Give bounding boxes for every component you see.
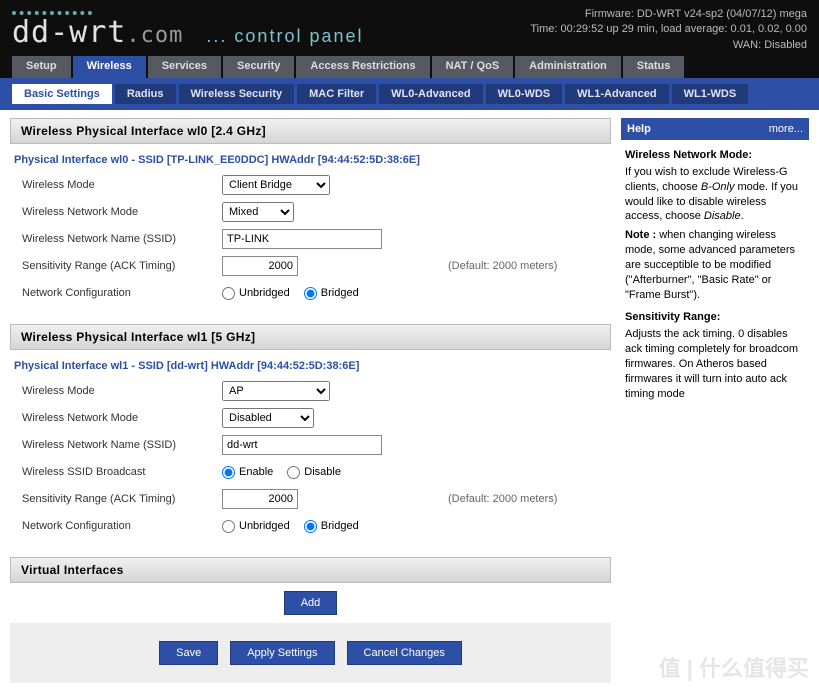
tagline: ... control panel	[206, 26, 363, 46]
wl1-netmode-select[interactable]: Disabled	[222, 408, 314, 428]
watermark: 值 | 什么值得买	[659, 651, 809, 683]
apply-button[interactable]: Apply Settings	[230, 641, 334, 665]
wl1-netmode-label: Wireless Network Mode	[22, 412, 222, 424]
wl1-netcfg-bridged-label: Bridged	[321, 520, 359, 532]
add-button[interactable]: Add	[284, 591, 338, 615]
tab-security[interactable]: Security	[223, 56, 294, 78]
save-button[interactable]: Save	[159, 641, 218, 665]
wan-label: WAN: Disabled	[530, 38, 807, 53]
wl1-netcfg-unbridged-radio[interactable]	[222, 520, 235, 533]
sub-tabs: Basic Settings Radius Wireless Security …	[0, 78, 819, 110]
wl0-interface-title: Physical Interface wl0 - SSID [TP-LINK_E…	[12, 148, 609, 170]
wl0-sens-label: Sensitivity Range (ACK Timing)	[22, 260, 222, 272]
wl1-netcfg-bridged-radio[interactable]	[304, 520, 317, 533]
wl1-panel-title: Wireless Physical Interface wl1 [5 GHz]	[10, 324, 611, 350]
help-mode-text: If you wish to exclude Wireless-G client…	[625, 166, 798, 223]
tab-nat-qos[interactable]: NAT / QoS	[432, 56, 514, 78]
wl1-sens-label: Sensitivity Range (ACK Timing)	[22, 493, 222, 505]
subtab-mac-filter[interactable]: MAC Filter	[297, 84, 376, 104]
time-label: Time: 00:29:52 up 29 min, load average: …	[530, 22, 807, 37]
help-heading-mode: Wireless Network Mode:	[625, 148, 805, 163]
wl1-sens-input[interactable]	[222, 489, 298, 509]
brand-suffix: .com	[126, 23, 183, 48]
help-panel: Help more... Wireless Network Mode: If y…	[621, 118, 809, 691]
subtab-wireless-security[interactable]: Wireless Security	[179, 84, 295, 104]
wl0-panel-title: Wireless Physical Interface wl0 [2.4 GHz…	[10, 118, 611, 144]
wl0-netcfg-bridged-radio[interactable]	[304, 287, 317, 300]
help-heading-sens: Sensitivity Range:	[625, 310, 805, 325]
wl0-netcfg-unbridged-label: Unbridged	[239, 287, 290, 299]
wl1-mode-label: Wireless Mode	[22, 385, 222, 397]
subtab-wl0-wds[interactable]: WL0-WDS	[486, 84, 563, 104]
wl1-ssid-input[interactable]	[222, 435, 382, 455]
firmware-label: Firmware: DD-WRT v24-sp2 (04/07/12) mega	[530, 7, 807, 22]
subtab-radius[interactable]: Radius	[115, 84, 176, 104]
tab-wireless[interactable]: Wireless	[73, 56, 146, 78]
subtab-basic-settings[interactable]: Basic Settings	[12, 84, 112, 104]
tab-access-restrictions[interactable]: Access Restrictions	[296, 56, 429, 78]
help-note: Note : when changing wireless mode, some…	[625, 228, 805, 302]
brand: dd-wrt	[12, 15, 126, 50]
wl0-ssid-input[interactable]	[222, 229, 382, 249]
help-sens-text: Adjusts the ack timing. 0 disables ack t…	[625, 328, 798, 399]
wl0-ssid-label: Wireless Network Name (SSID)	[22, 233, 222, 245]
header-info: Firmware: DD-WRT v24-sp2 (04/07/12) mega…	[530, 7, 807, 53]
wl0-sens-input[interactable]	[222, 256, 298, 276]
wl1-bcast-label: Wireless SSID Broadcast	[22, 466, 222, 478]
logo: dd-wrt.com ... control panel	[12, 11, 364, 50]
header: dd-wrt.com ... control panel Firmware: D…	[0, 0, 819, 56]
tab-status[interactable]: Status	[623, 56, 685, 78]
subtab-wl1-wds[interactable]: WL1-WDS	[672, 84, 749, 104]
tab-setup[interactable]: Setup	[12, 56, 71, 78]
wl1-ssid-label: Wireless Network Name (SSID)	[22, 439, 222, 451]
wl1-interface-title: Physical Interface wl1 - SSID [dd-wrt] H…	[12, 354, 609, 376]
wl1-mode-select[interactable]: AP	[222, 381, 330, 401]
cancel-button[interactable]: Cancel Changes	[347, 641, 462, 665]
wl1-bcast-disable-radio[interactable]	[287, 466, 300, 479]
wl1-sens-note: (Default: 2000 meters)	[448, 493, 557, 505]
wl0-netcfg-bridged-label: Bridged	[321, 287, 359, 299]
wl1-netcfg-unbridged-label: Unbridged	[239, 520, 290, 532]
wl1-bcast-enable-label: Enable	[239, 466, 273, 478]
wl0-netcfg-unbridged-radio[interactable]	[222, 287, 235, 300]
tab-services[interactable]: Services	[148, 56, 221, 78]
subtab-wl0-advanced[interactable]: WL0-Advanced	[379, 84, 482, 104]
help-more-link[interactable]: more...	[769, 123, 803, 135]
wl0-netmode-label: Wireless Network Mode	[22, 206, 222, 218]
tab-administration[interactable]: Administration	[515, 56, 621, 78]
subtab-wl1-advanced[interactable]: WL1-Advanced	[565, 84, 668, 104]
help-title: Help	[627, 123, 651, 135]
wl0-netmode-select[interactable]: Mixed	[222, 202, 294, 222]
wl0-mode-label: Wireless Mode	[22, 179, 222, 191]
wl1-netcfg-label: Network Configuration	[22, 520, 222, 532]
wl0-mode-select[interactable]: Client Bridge	[222, 175, 330, 195]
wl0-sens-note: (Default: 2000 meters)	[448, 260, 557, 272]
wl0-netcfg-label: Network Configuration	[22, 287, 222, 299]
wl1-bcast-disable-label: Disable	[304, 466, 341, 478]
virtual-panel-title: Virtual Interfaces	[10, 557, 611, 583]
wl1-bcast-enable-radio[interactable]	[222, 466, 235, 479]
main-column: Wireless Physical Interface wl0 [2.4 GHz…	[10, 118, 611, 691]
main-tabs: Setup Wireless Services Security Access …	[0, 56, 819, 78]
